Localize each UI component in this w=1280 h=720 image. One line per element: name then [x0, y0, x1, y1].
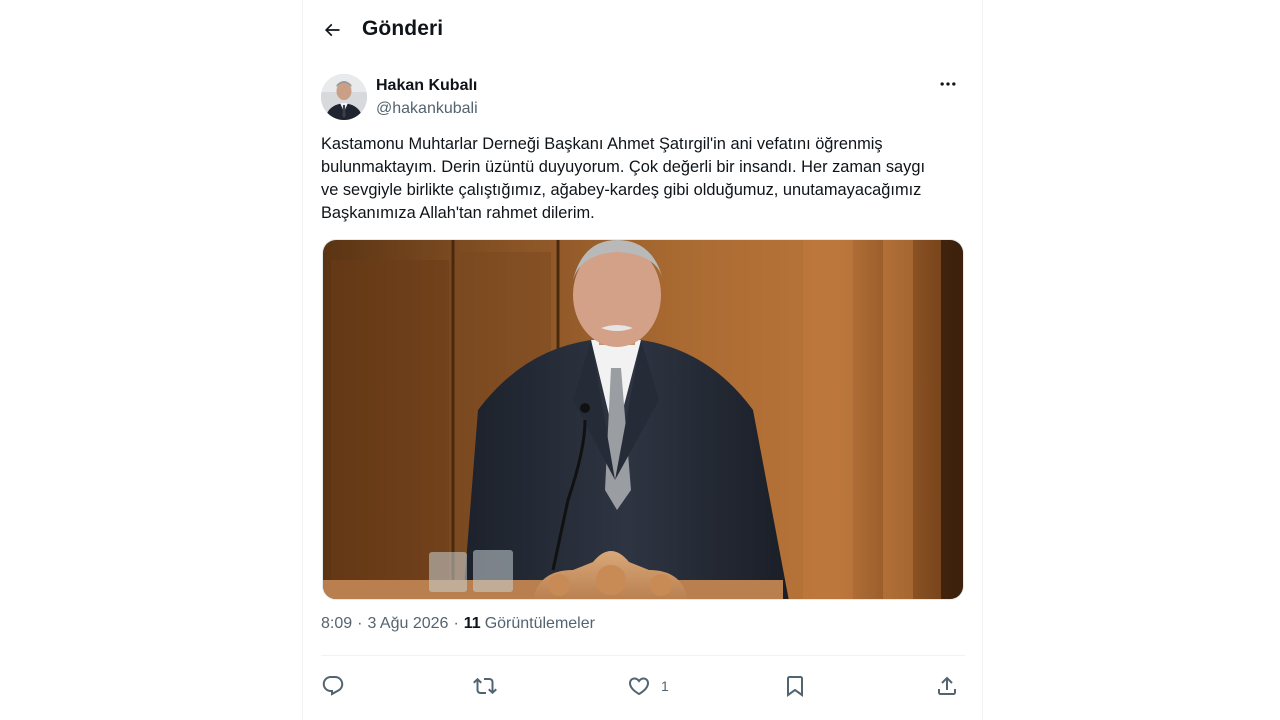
reply-button[interactable] — [321, 672, 355, 700]
like-button[interactable]: 1 — [627, 672, 669, 700]
divider — [321, 655, 965, 656]
share-button[interactable] — [935, 672, 959, 700]
tweet-date[interactable]: 3 Ağu 2026 — [367, 615, 448, 633]
main-column: Gönderi Hakan Kubalı @hakankubali Kastam… — [302, 0, 983, 720]
bookmark-icon — [787, 676, 803, 697]
views-label: Görüntülemeler — [484, 615, 595, 632]
tweet-time[interactable]: 8:09 — [321, 615, 352, 633]
author-display-name[interactable]: Hakan Kubalı — [376, 76, 478, 96]
tweet-image[interactable] — [322, 239, 964, 600]
more-options-button[interactable] — [931, 72, 965, 96]
heart-icon — [628, 677, 650, 696]
reply-icon — [322, 676, 344, 696]
page-header: Gönderi — [303, 0, 982, 60]
repost-icon — [473, 677, 497, 695]
tweet-photo — [323, 240, 963, 599]
bookmark-button[interactable] — [783, 672, 817, 700]
tweet-meta: 8:09 · 3 Ağu 2026 · 11 Görüntülemeler — [321, 615, 595, 633]
repost-button[interactable] — [473, 672, 507, 700]
back-button[interactable] — [315, 13, 349, 47]
meta-separator: · — [453, 615, 459, 632]
tweet-actions: 1 — [321, 672, 965, 700]
author-handle[interactable]: @hakankubali — [376, 99, 478, 119]
more-horizontal-icon — [940, 82, 956, 86]
share-icon — [938, 676, 956, 695]
tweet-text: Kastamonu Muhtarlar Derneği Başkanı Ahme… — [321, 135, 926, 222]
avatar[interactable] — [321, 74, 367, 120]
author-info: Hakan Kubalı @hakankubali — [376, 76, 478, 119]
avatar-photo — [321, 74, 367, 120]
arrow-left-icon — [324, 23, 340, 37]
meta-separator: · — [357, 615, 363, 632]
views-count: 11 — [463, 615, 481, 632]
page-title: Gönderi — [362, 17, 444, 40]
like-count: 1 — [661, 678, 669, 694]
